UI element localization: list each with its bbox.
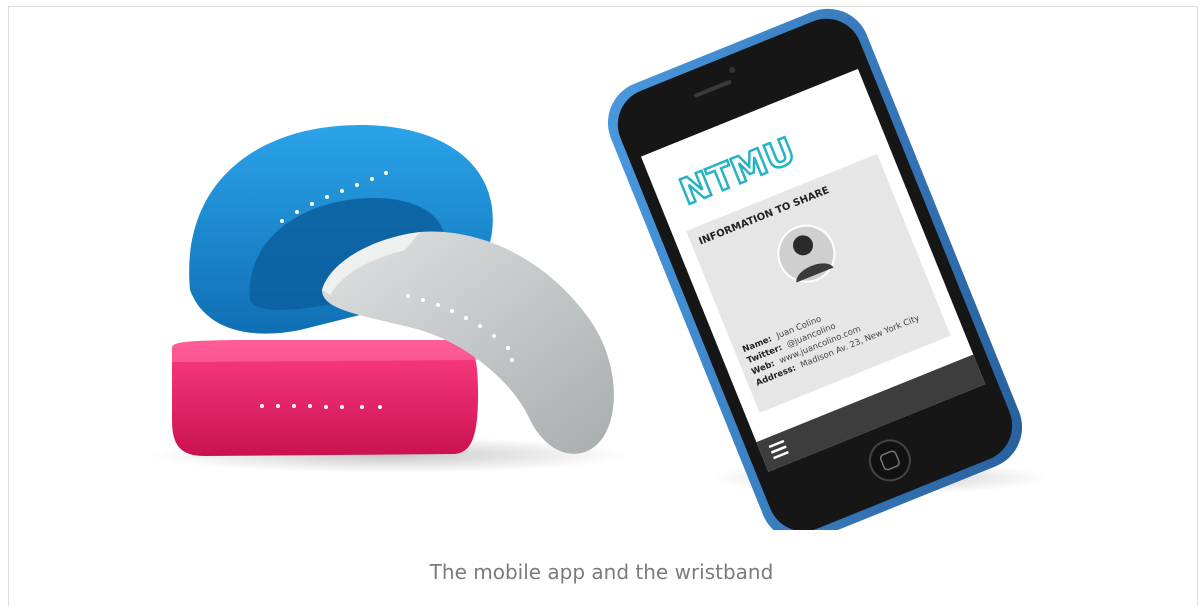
pink-wristband — [172, 340, 478, 456]
figure-caption: The mobile app and the wristband — [429, 560, 774, 584]
smartphone: NTMU INFORMATION TO SHARE Name: Juan Col… — [607, 8, 1023, 530]
product-image: NTMU INFORMATION TO SHARE Name: Juan Col… — [150, 8, 1050, 530]
